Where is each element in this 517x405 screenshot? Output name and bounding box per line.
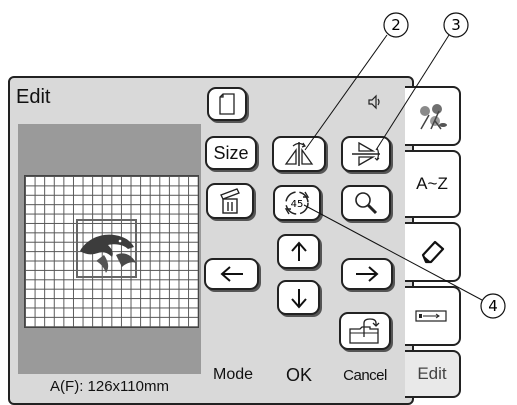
callout-4-label: 4: [488, 297, 498, 315]
page-title: Edit: [16, 86, 51, 108]
eraser-icon: [421, 240, 445, 264]
move-up-button[interactable]: [277, 234, 320, 269]
rotate-icon: 45: [284, 191, 310, 215]
rotate-angle-label: 45: [291, 199, 304, 210]
callout-2-label: 2: [391, 16, 401, 34]
ok-button-label: OK: [285, 364, 312, 385]
arrow-down-icon: [290, 288, 307, 309]
flip-horizontal-icon: [284, 142, 314, 166]
move-right-button[interactable]: [341, 258, 393, 290]
zoom-button[interactable]: [341, 185, 391, 221]
tab-embroidery[interactable]: [405, 86, 461, 146]
flip-horizontal-button[interactable]: [272, 136, 326, 172]
tab-edit-label: Edit: [417, 364, 447, 383]
design-size-label: A(F): 126x110mm: [50, 378, 169, 395]
tab-edit[interactable]: Edit: [405, 350, 461, 398]
tab-characters-label: A~Z: [416, 174, 448, 193]
tab-eraser[interactable]: [405, 222, 461, 282]
new-page-icon: [219, 93, 235, 115]
size-button[interactable]: Size: [205, 136, 257, 170]
move-left-button[interactable]: [204, 258, 259, 290]
move-down-button[interactable]: [277, 280, 320, 315]
arrow-left-icon: [219, 266, 243, 282]
flip-vertical-button[interactable]: [341, 136, 391, 172]
tab-usb[interactable]: [405, 286, 461, 346]
arrow-right-icon: [356, 266, 379, 282]
memory-button[interactable]: [339, 312, 391, 350]
cancel-button-label: Cancel: [343, 366, 387, 384]
size-button-label: Size: [213, 142, 249, 163]
usb-icon: [415, 310, 447, 322]
cancel-button[interactable]: Cancel: [336, 357, 394, 393]
dolphin-design-icon[interactable]: [76, 221, 140, 277]
delete-icon: [220, 188, 240, 214]
tab-characters[interactable]: A~Z: [405, 150, 461, 218]
zoom-icon: [355, 192, 378, 215]
embroidery-flowers-icon: [420, 104, 447, 130]
speaker-icon[interactable]: [367, 94, 383, 110]
flip-vertical-icon: [352, 141, 380, 167]
memory-icon: [349, 318, 380, 344]
mode-button-label: Mode: [212, 366, 254, 383]
new-page-button[interactable]: [207, 87, 247, 121]
callout-3-label: 3: [451, 16, 461, 34]
delete-button[interactable]: [206, 183, 254, 219]
rotate-button[interactable]: 45: [273, 185, 321, 221]
arrow-up-icon: [290, 240, 307, 261]
ok-button[interactable]: OK: [273, 357, 325, 393]
mode-button[interactable]: Mode: [205, 357, 261, 393]
